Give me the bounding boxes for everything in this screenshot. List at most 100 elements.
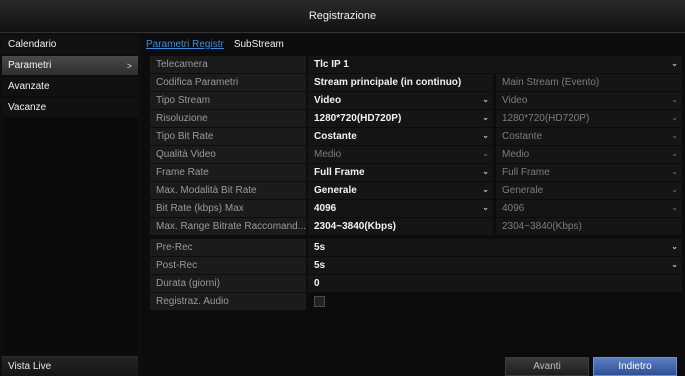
resolution-main-value: 1280*720(HD720P) <box>314 113 402 124</box>
row-audio: Registraz. Audio <box>150 293 682 310</box>
pre-rec-value: 5s <box>314 242 326 253</box>
row-bitrate-max: Bit Rate (kbps) Max 4096 ⌄ 4096 ⌄ <box>150 200 682 217</box>
audio-checkbox[interactable] <box>314 296 325 307</box>
encoding-label: Codifica Parametri <box>150 74 306 91</box>
stream-type-event-select[interactable]: Video ⌄ <box>496 92 682 109</box>
bitrate-type-main-select[interactable]: Costante ⌄ <box>308 128 493 145</box>
frame-rate-event-select[interactable]: Full Frame ⌄ <box>496 164 682 181</box>
frame-rate-event-value: Full Frame <box>502 167 550 178</box>
max-bitrate-mode-main-select[interactable]: Generale ⌄ <box>308 182 493 199</box>
post-rec-value: 5s <box>314 260 326 271</box>
chevron-down-icon: ⌄ <box>671 167 678 176</box>
frame-rate-main-select[interactable]: Full Frame ⌄ <box>308 164 493 181</box>
chevron-down-icon: ⌄ <box>671 131 678 140</box>
row-stream-type: Tipo Stream Video ⌄ Video ⌄ <box>150 92 682 109</box>
bitrate-max-event-value: 4096 <box>502 203 525 214</box>
bitrate-max-main-select[interactable]: 4096 ⌄ <box>308 200 493 217</box>
parameters-grid: Telecamera Tlc IP 1 ⌄ Codifica Parametri… <box>150 56 682 311</box>
row-max-range: Max. Range Bitrate Raccomand... 2304~384… <box>150 218 682 235</box>
video-quality-main-value: Medio <box>314 149 342 160</box>
bitrate-max-event-select[interactable]: 4096 ⌄ <box>496 200 682 217</box>
chevron-down-icon: ⌄ <box>482 149 489 158</box>
row-camera: Telecamera Tlc IP 1 ⌄ <box>150 56 682 73</box>
sidebar-item-avanzate[interactable]: Avanzate <box>2 77 138 96</box>
resolution-label: Risoluzione <box>150 110 306 127</box>
frame-rate-main-value: Full Frame <box>314 167 365 178</box>
max-bitrate-mode-main-value: Generale <box>314 185 357 196</box>
pre-rec-select[interactable]: 5s ⌄ <box>308 239 682 256</box>
row-encoding: Codifica Parametri Stream principale (in… <box>150 74 682 91</box>
sidebar-item-label: Vacanze <box>8 102 47 113</box>
recording-window: Registrazione Calendario Parametri > Ava… <box>0 0 685 376</box>
max-range-main-field: 2304~3840(Kbps) <box>308 218 493 235</box>
bitrate-type-label: Tipo Bit Rate <box>150 128 306 145</box>
row-max-bitrate-mode: Max. Modalità Bit Rate Generale ⌄ Genera… <box>150 182 682 199</box>
chevron-down-icon: ⌄ <box>671 203 678 212</box>
row-video-quality: Qualità Video Medio ⌄ Medio ⌄ <box>150 146 682 163</box>
max-range-event-field: 2304~3840(Kbps) <box>496 218 682 235</box>
chevron-down-icon: ⌄ <box>482 131 489 140</box>
video-quality-label: Qualità Video <box>150 146 306 163</box>
encoding-event-field: Main Stream (Evento) <box>496 74 682 91</box>
chevron-down-icon: ⌄ <box>482 95 489 104</box>
max-bitrate-mode-event-select[interactable]: Generale ⌄ <box>496 182 682 199</box>
bitrate-max-label: Bit Rate (kbps) Max <box>150 200 306 217</box>
chevron-down-icon: ⌄ <box>671 185 678 194</box>
video-quality-main-select[interactable]: Medio ⌄ <box>308 146 493 163</box>
encoding-main-field: Stream principale (in continuo) <box>308 74 493 91</box>
post-rec-select[interactable]: 5s ⌄ <box>308 257 682 274</box>
chevron-down-icon: ⌄ <box>671 95 678 104</box>
max-range-label: Max. Range Bitrate Raccomand... <box>150 218 306 235</box>
row-bitrate-type: Tipo Bit Rate Costante ⌄ Costante ⌄ <box>150 128 682 145</box>
window-title: Registrazione <box>0 0 685 33</box>
sidebar-item-label: Avanzate <box>8 81 50 92</box>
resolution-main-select[interactable]: 1280*720(HD720P) ⌄ <box>308 110 493 127</box>
row-resolution: Risoluzione 1280*720(HD720P) ⌄ 1280*720(… <box>150 110 682 127</box>
stream-type-label: Tipo Stream <box>150 92 306 109</box>
video-quality-event-value: Medio <box>502 149 530 160</box>
stream-type-main-select[interactable]: Video ⌄ <box>308 92 493 109</box>
chevron-down-icon: ⌄ <box>671 149 678 158</box>
sidebar-item-parametri[interactable]: Parametri > <box>2 56 138 75</box>
chevron-down-icon: ⌄ <box>671 113 678 122</box>
bitrate-type-event-select[interactable]: Costante ⌄ <box>496 128 682 145</box>
chevron-down-icon: ⌄ <box>671 242 678 251</box>
chevron-down-icon: ⌄ <box>671 59 678 68</box>
sidebar-item-calendario[interactable]: Calendario <box>2 35 138 54</box>
row-pre-rec: Pre-Rec 5s ⌄ <box>150 239 682 256</box>
sidebar-item-label: Calendario <box>8 39 57 50</box>
row-frame-rate: Frame Rate Full Frame ⌄ Full Frame ⌄ <box>150 164 682 181</box>
sidebar-item-label: Parametri <box>8 60 52 71</box>
camera-select[interactable]: Tlc IP 1 ⌄ <box>308 56 682 73</box>
camera-value: Tlc IP 1 <box>314 59 349 70</box>
stream-type-event-value: Video <box>502 95 528 106</box>
frame-rate-label: Frame Rate <box>150 164 306 181</box>
chevron-down-icon: ⌄ <box>482 185 489 194</box>
back-button[interactable]: Indietro <box>593 357 677 376</box>
chevron-down-icon: ⌄ <box>671 260 678 269</box>
live-view-button[interactable]: Vista Live <box>2 356 138 376</box>
row-duration: Durata (giorni) 0 <box>150 275 682 292</box>
resolution-event-select[interactable]: 1280*720(HD720P) ⌄ <box>496 110 682 127</box>
chevron-right-icon: > <box>126 60 132 71</box>
duration-label: Durata (giorni) <box>150 275 306 292</box>
audio-label: Registraz. Audio <box>150 293 306 310</box>
bitrate-type-main-value: Costante <box>314 131 357 142</box>
sidebar: Calendario Parametri > Avanzate Vacanze … <box>2 34 138 376</box>
bitrate-type-event-value: Costante <box>502 131 543 142</box>
tab-substream[interactable]: SubStream <box>234 39 284 50</box>
next-button[interactable]: Avanti <box>505 357 589 376</box>
stream-type-main-value: Video <box>314 95 342 106</box>
row-post-rec: Post-Rec 5s ⌄ <box>150 257 682 274</box>
chevron-down-icon: ⌄ <box>482 113 489 122</box>
pre-rec-label: Pre-Rec <box>150 239 306 256</box>
chevron-down-icon: ⌄ <box>482 167 489 176</box>
max-bitrate-mode-event-value: Generale <box>502 185 544 196</box>
tab-parametri-registr[interactable]: Parametri Registr <box>146 39 224 50</box>
video-quality-event-select[interactable]: Medio ⌄ <box>496 146 682 163</box>
sidebar-item-vacanze[interactable]: Vacanze <box>2 98 138 117</box>
chevron-down-icon: ⌄ <box>482 203 489 212</box>
max-bitrate-mode-label: Max. Modalità Bit Rate <box>150 182 306 199</box>
duration-input[interactable]: 0 <box>308 275 682 292</box>
main-panel: Parametri Registr SubStream Telecamera T… <box>142 34 685 376</box>
